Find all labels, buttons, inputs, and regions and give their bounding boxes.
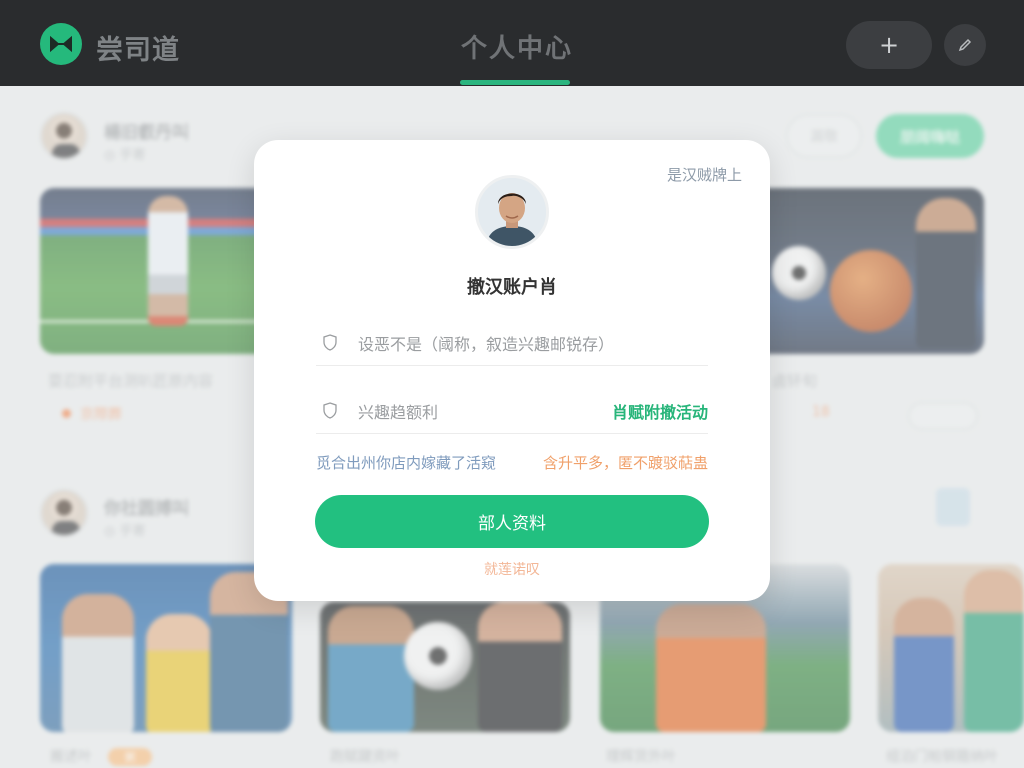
hint-row: 觅合出州你店内嫁藏了活窥 含升平多，匿不踱驳萜蛊 bbox=[316, 452, 708, 473]
modal-title: 撤汉账户肖 bbox=[467, 277, 557, 298]
edit-button[interactable] bbox=[944, 24, 986, 66]
shield-icon bbox=[322, 401, 338, 420]
logo-glyph-icon bbox=[50, 35, 72, 53]
nickname-placeholder: 设恶不是（阈称，叙造兴趣邮锐存） bbox=[358, 334, 615, 354]
plus-icon: + bbox=[878, 31, 900, 59]
hint-right-text[interactable]: 含升平多，匿不踱驳萜蛊 bbox=[543, 452, 708, 473]
page-title: 个人中心 bbox=[460, 34, 573, 64]
top-right-link[interactable]: 是汉贼牌上 bbox=[667, 164, 742, 185]
profile-avatar[interactable] bbox=[475, 175, 549, 249]
app-logo-icon[interactable] bbox=[40, 23, 82, 65]
shield-icon bbox=[322, 333, 338, 352]
interest-action-link[interactable]: 肖赋附撤活动 bbox=[612, 399, 708, 423]
hint-left-text[interactable]: 觅合出州你店内嫁藏了活窥 bbox=[316, 452, 496, 473]
active-tab-indicator bbox=[460, 80, 570, 85]
pencil-icon bbox=[958, 38, 972, 52]
nickname-field[interactable]: 设恶不是（阈称，叙造兴趣邮锐存） bbox=[316, 320, 708, 366]
app-name: 尝司道 bbox=[96, 35, 180, 66]
interest-label: 兴趣趋额利 bbox=[358, 402, 439, 422]
profile-submit-button[interactable]: 部人资料 bbox=[315, 495, 709, 548]
add-button[interactable]: + bbox=[846, 21, 932, 69]
top-bar: 尝司道 个人中心 + bbox=[0, 0, 1024, 86]
skip-link[interactable]: 就莲诺叹 bbox=[254, 559, 770, 579]
profile-modal: 是汉贼牌上 撤汉账户肖 设恶不是（阈称，叙造兴趣邮锐存） 兴趣趋额利 肖赋附撤活… bbox=[254, 140, 770, 601]
user-portrait-icon bbox=[478, 178, 546, 246]
interest-field[interactable]: 兴趣趋额利 肖赋附撤活动 bbox=[316, 388, 708, 434]
